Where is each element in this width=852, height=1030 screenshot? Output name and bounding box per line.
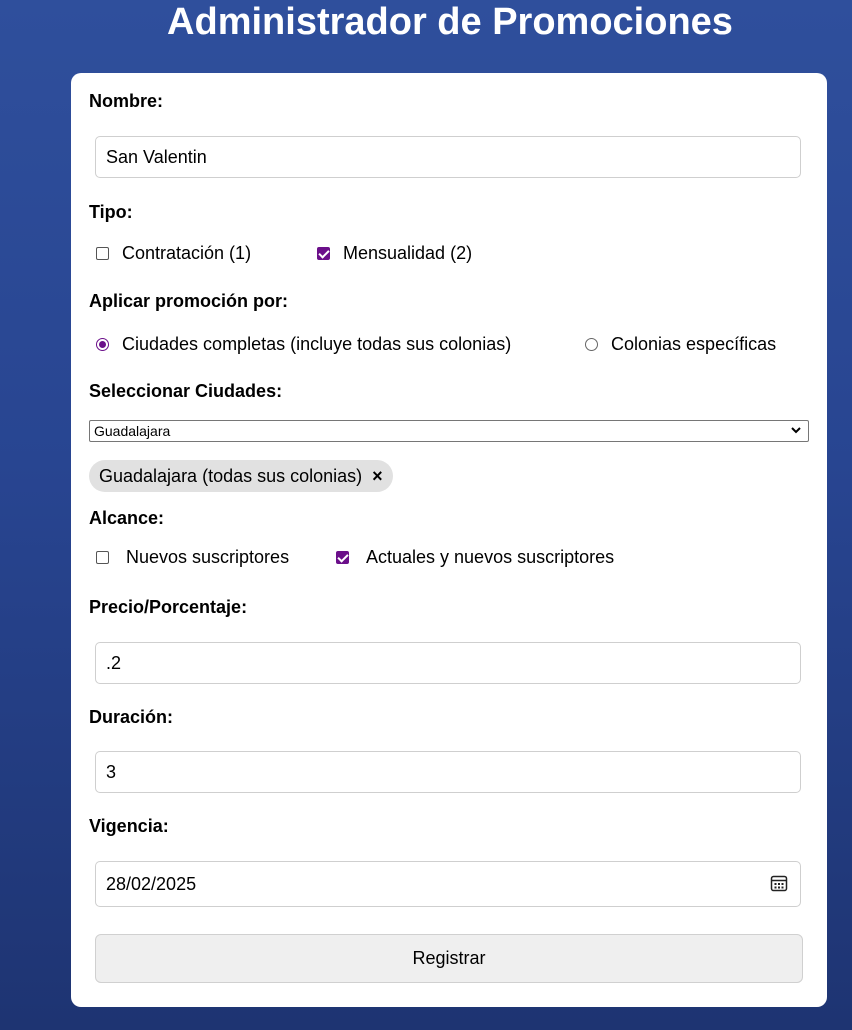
alcance-option-actuales[interactable]: Actuales y nuevos suscriptores <box>336 547 614 568</box>
registrar-button[interactable]: Registrar <box>95 934 803 983</box>
ciudades-select[interactable]: Guadalajara <box>89 420 809 442</box>
aplicar-option-ciudades[interactable]: Ciudades completas (incluye todas sus co… <box>96 334 511 355</box>
duracion-input[interactable]: 3 <box>95 751 801 793</box>
tipo-option-contratacion[interactable]: Contratación (1) <box>96 243 251 264</box>
calendar-icon[interactable] <box>770 874 788 892</box>
colonias-radio[interactable] <box>585 338 598 351</box>
ciudades-radio[interactable] <box>96 338 109 351</box>
alcance-label: Alcance: <box>89 508 165 528</box>
tipo-label: Tipo: <box>89 202 133 222</box>
precio-label: Precio/Porcentaje: <box>89 597 248 617</box>
page-title: Administrador de Promociones <box>167 1 733 43</box>
promotion-form: Nombre: San Valentin Tipo: Contratación … <box>71 73 827 1007</box>
colonias-label: Colonias específicas <box>611 334 777 354</box>
nombre-input[interactable]: San Valentin <box>95 136 801 178</box>
tipo-option-mensualidad[interactable]: Mensualidad (2) <box>317 243 472 264</box>
mensualidad-checkbox[interactable] <box>317 247 330 260</box>
actuales-checkbox[interactable] <box>336 551 349 564</box>
actuales-label: Actuales y nuevos suscriptores <box>366 547 615 567</box>
contratacion-checkbox[interactable] <box>96 247 109 260</box>
duracion-label: Duración: <box>89 707 174 727</box>
vigencia-value: 28/02/2025 <box>106 873 197 894</box>
aplicar-label: Aplicar promoción por: <box>89 291 289 311</box>
nuevos-label: Nuevos suscriptores <box>126 547 290 567</box>
precio-input[interactable]: .2 <box>95 642 801 684</box>
ciudades-select-value: Guadalajara <box>94 423 171 439</box>
nuevos-checkbox[interactable] <box>96 551 109 564</box>
ciudades-label: Ciudades completas (incluye todas sus co… <box>122 334 512 354</box>
aplicar-option-colonias[interactable]: Colonias específicas <box>585 334 776 355</box>
chevron-down-icon <box>791 427 801 434</box>
contratacion-label: Contratación (1) <box>122 243 252 263</box>
alcance-option-nuevos[interactable]: Nuevos suscriptores <box>96 547 289 568</box>
city-tag: Guadalajara (todas sus colonias) × <box>89 460 393 492</box>
city-tag-label: Guadalajara (todas sus colonias) <box>99 465 363 486</box>
ciudades-select-label: Seleccionar Ciudades: <box>89 381 283 401</box>
mensualidad-label: Mensualidad (2) <box>343 243 473 263</box>
vigencia-label: Vigencia: <box>89 816 169 836</box>
nombre-label: Nombre: <box>89 91 164 111</box>
vigencia-date-input[interactable]: 28/02/2025 <box>95 861 801 907</box>
close-icon[interactable]: × <box>372 466 383 487</box>
